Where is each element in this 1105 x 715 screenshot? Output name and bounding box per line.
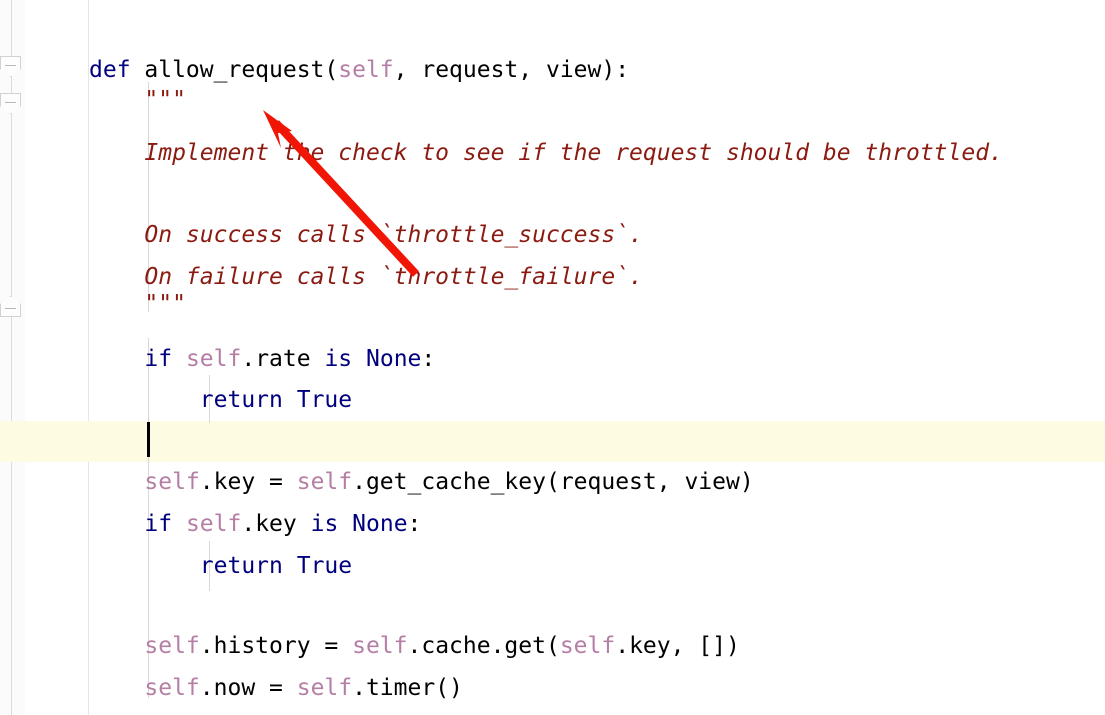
code-token-doc: On success calls `throttle_success`. [89,222,643,248]
code-token-pln [172,511,186,537]
code-token-pln: .timer() [352,675,463,701]
code-line[interactable] [89,587,103,628]
code-token-pln [89,633,144,659]
code-token-kw: return [199,553,283,579]
code-line[interactable]: self.key = self.get_cache_key(request, v… [89,462,754,503]
code-line[interactable] [89,421,103,462]
code-surface[interactable]: def allow_request(self, request, view): … [0,0,1105,715]
text-caret [147,422,150,457]
code-token-kw: None [352,511,408,537]
code-token-kw: True [296,553,353,579]
code-line[interactable]: return True [89,546,352,587]
code-line[interactable]: if self.rate is None: [89,339,435,380]
current-line-highlight [0,421,1105,462]
code-token-slf: self [144,633,200,659]
fold-marker-shape [0,56,21,77]
fold-marker-minus-glyph [5,65,16,66]
fold-marker-shape [0,296,21,317]
code-token-pln [89,469,144,495]
code-line[interactable]: return True [89,380,352,421]
chevron-down-fold-icon[interactable] [0,56,23,79]
code-token-pln: .rate [241,346,325,372]
code-token-pln: .key = [199,469,297,495]
code-token-pln: .history = [199,633,353,659]
code-line[interactable]: Implement the check to see if the reques… [89,133,1003,174]
code-token-doc: """ [89,291,186,317]
code-token-kw: is [310,511,339,537]
code-line[interactable]: """ [89,80,186,121]
code-token-slf: self [185,346,242,372]
code-token-slf: self [338,57,394,83]
code-line[interactable]: self.now = self.timer() [89,668,463,709]
code-token-pln: .get_cache_key(request, view) [352,469,754,495]
code-token-slf: self [185,511,242,537]
line-number-gutter[interactable] [25,0,89,715]
code-token-kw: True [296,387,353,413]
fold-marker-shape [0,93,21,114]
code-token-slf: self [296,469,353,495]
code-token-pln [283,387,297,413]
code-editor[interactable]: def allow_request(self, request, view): … [0,0,1105,715]
code-token-slf: self [352,633,408,659]
code-token-slf: self [144,469,200,495]
chevron-down-fold-icon[interactable] [0,93,23,116]
code-token-pln [172,346,186,372]
code-line[interactable]: if self.key is None: [89,504,421,545]
code-token-doc: Implement the check to see if the reques… [89,140,1003,166]
code-token-pln [89,553,200,579]
code-token-kw: is [324,346,353,372]
code-token-pln: .now = [199,675,297,701]
code-token-slf: self [144,675,200,701]
code-token-pln [283,553,297,579]
code-token-pln: .cache.get( [407,633,560,659]
fold-gutter[interactable] [0,0,26,715]
code-token-slf: self [296,675,353,701]
code-token-pln: .key, []) [615,633,740,659]
fold-marker-minus-glyph [5,102,16,103]
code-token-pln [89,675,144,701]
code-token-slf: self [559,633,616,659]
code-token-kw: if [144,511,173,537]
code-token-pln: , request, view): [393,57,630,83]
code-token-pln [338,511,352,537]
code-token-pln [352,346,366,372]
code-token-pln: : [421,346,436,372]
code-token-doc: """ [89,87,186,113]
code-token-kw: None [366,346,422,372]
code-line[interactable]: """ [89,284,186,325]
code-line[interactable]: On success calls `throttle_success`. [89,215,643,256]
fold-marker-minus-glyph [5,308,16,309]
code-token-pln: : [407,511,422,537]
code-line[interactable] [89,174,103,215]
code-token-kw: if [144,346,173,372]
code-token-pln [89,387,200,413]
code-token-kw: return [199,387,283,413]
code-line[interactable]: self.history = self.cache.get(self.key, … [89,626,740,667]
code-token-pln [89,511,144,537]
chevron-up-fold-icon[interactable] [0,296,23,319]
code-token-pln [89,346,144,372]
code-token-pln: .key [241,511,311,537]
